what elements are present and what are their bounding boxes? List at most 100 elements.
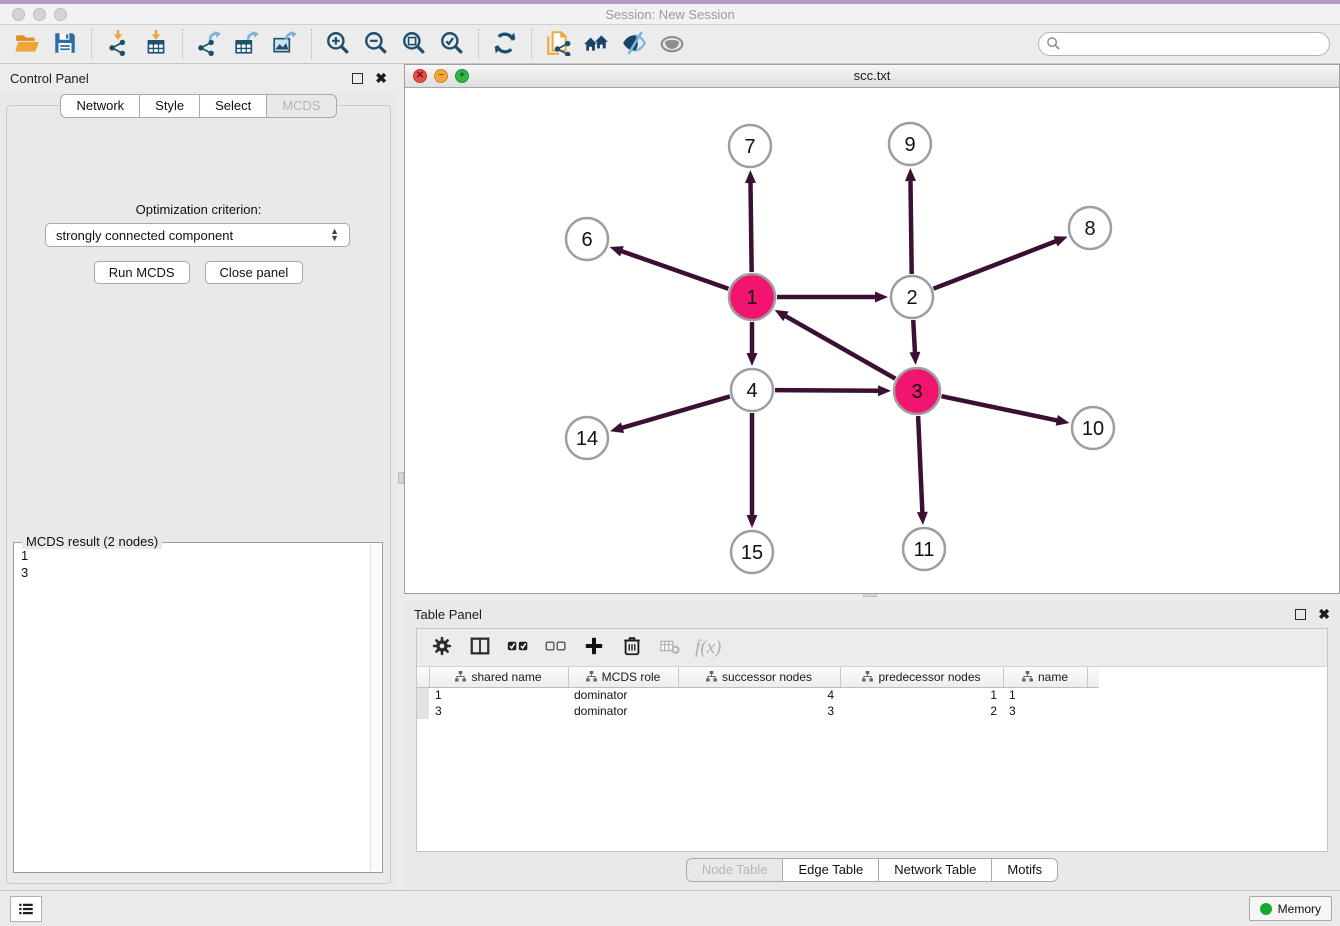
memory-label: Memory bbox=[1278, 902, 1321, 916]
show-graphics-icon bbox=[659, 30, 685, 59]
tab-select[interactable]: Select bbox=[199, 94, 266, 118]
toolbar-separator bbox=[91, 29, 92, 59]
column-header-MCDS-role[interactable]: MCDS role bbox=[568, 667, 678, 687]
toolbar-separator bbox=[531, 29, 532, 59]
delete-table-disabled-icon bbox=[659, 635, 681, 660]
task-history-button[interactable] bbox=[10, 896, 42, 922]
column-header-predecessor-nodes[interactable]: predecessor nodes bbox=[840, 667, 1003, 687]
settings-gear-button[interactable] bbox=[425, 632, 459, 664]
column-type-icon bbox=[862, 671, 873, 682]
run-mcds-button[interactable]: Run MCDS bbox=[94, 261, 190, 284]
tab-style[interactable]: Style bbox=[139, 94, 199, 118]
cell[interactable]: 1 bbox=[429, 687, 568, 703]
status-bar: Memory bbox=[0, 890, 1340, 926]
table-row[interactable]: 1dominator411 bbox=[417, 687, 1099, 703]
close-panel-icon[interactable]: ✖ bbox=[375, 71, 387, 85]
tab-edge-table[interactable]: Edge Table bbox=[782, 858, 878, 882]
cell[interactable]: 3 bbox=[1003, 703, 1087, 719]
result-scrollbar[interactable] bbox=[370, 544, 381, 871]
save-session-button[interactable] bbox=[46, 27, 84, 61]
open-session-button[interactable] bbox=[8, 27, 46, 61]
zoom-in-button[interactable] bbox=[319, 27, 357, 61]
zoom-in-icon bbox=[325, 30, 351, 59]
float-table-panel-icon[interactable] bbox=[1295, 609, 1306, 620]
network-canvas[interactable]: 7968124314101511 bbox=[405, 88, 1339, 593]
node-label-8: 8 bbox=[1084, 218, 1095, 240]
mcds-result-text[interactable]: 1 3 bbox=[16, 547, 369, 870]
cell[interactable]: 1 bbox=[840, 687, 1003, 703]
column-filler bbox=[1087, 667, 1099, 687]
delete-column-button[interactable] bbox=[615, 632, 649, 664]
toolbar-separator bbox=[311, 29, 312, 59]
memory-status-icon bbox=[1260, 903, 1272, 915]
home-button[interactable] bbox=[577, 27, 615, 61]
select-all-checkboxes-button[interactable] bbox=[501, 632, 535, 664]
column-header-name[interactable]: name bbox=[1003, 667, 1087, 687]
split-pane-button[interactable] bbox=[463, 632, 497, 664]
edge-3-10[interactable] bbox=[941, 396, 1058, 421]
edge-2-8[interactable] bbox=[933, 241, 1057, 289]
window-title: Session: New Session bbox=[0, 7, 1340, 22]
optimization-criterion-select[interactable]: strongly connected component ▲▼ bbox=[45, 223, 350, 247]
node-label-15: 15 bbox=[741, 542, 763, 564]
tab-network-table[interactable]: Network Table bbox=[878, 858, 991, 882]
cell[interactable]: 4 bbox=[678, 687, 840, 703]
tab-network[interactable]: Network bbox=[60, 94, 139, 118]
edge-1-6[interactable] bbox=[620, 251, 728, 289]
zoom-selected-button[interactable] bbox=[433, 27, 471, 61]
show-graphics-button[interactable] bbox=[653, 27, 691, 61]
network-window-titlebar[interactable]: ✕ − + scc.txt bbox=[405, 65, 1339, 88]
export-image-button[interactable] bbox=[266, 27, 304, 61]
function-builder-button[interactable]: f(x) bbox=[695, 637, 721, 659]
delete-table-disabled-button[interactable] bbox=[653, 632, 687, 664]
network-window-title: scc.txt bbox=[405, 68, 1339, 83]
import-network-button[interactable] bbox=[99, 27, 137, 61]
refresh-network-button[interactable] bbox=[486, 27, 524, 61]
edge-2-9[interactable] bbox=[910, 179, 911, 274]
open-network-file-button[interactable] bbox=[539, 27, 577, 61]
cell[interactable]: 1 bbox=[1003, 687, 1087, 703]
edge-arrowhead bbox=[909, 352, 920, 365]
column-header-successor-nodes[interactable]: successor nodes bbox=[678, 667, 840, 687]
cell[interactable]: 3 bbox=[678, 703, 840, 719]
float-panel-icon[interactable] bbox=[352, 73, 363, 84]
export-table-button[interactable] bbox=[228, 27, 266, 61]
tab-motifs[interactable]: Motifs bbox=[991, 858, 1058, 882]
import-table-button[interactable] bbox=[137, 27, 175, 61]
cell[interactable]: 3 bbox=[429, 703, 568, 719]
search-input[interactable] bbox=[1038, 32, 1330, 56]
close-table-panel-icon[interactable]: ✖ bbox=[1318, 607, 1330, 621]
table-row[interactable]: 3dominator323 bbox=[417, 703, 1099, 719]
node-label-1: 1 bbox=[746, 287, 757, 309]
main-toolbar bbox=[0, 25, 1340, 64]
add-column-button[interactable] bbox=[577, 632, 611, 664]
hide-graphics-button[interactable] bbox=[615, 27, 653, 61]
cell[interactable]: dominator bbox=[568, 703, 678, 719]
cell[interactable]: 2 bbox=[840, 703, 1003, 719]
edge-2-3[interactable] bbox=[913, 320, 915, 354]
deselect-all-checkboxes-button[interactable] bbox=[539, 632, 573, 664]
close-panel-button[interactable]: Close panel bbox=[205, 261, 304, 284]
edge-1-7[interactable] bbox=[750, 181, 751, 272]
export-network-button[interactable] bbox=[190, 27, 228, 61]
optimization-criterion-label: Optimization criterion: bbox=[7, 202, 390, 217]
edge-4-3[interactable] bbox=[775, 390, 880, 391]
zoom-out-icon bbox=[363, 30, 389, 59]
column-header-shared-name[interactable]: shared name bbox=[429, 667, 568, 687]
edge-3-11[interactable] bbox=[918, 416, 922, 514]
cell[interactable]: dominator bbox=[568, 687, 678, 703]
list-icon bbox=[17, 900, 35, 918]
zoom-out-button[interactable] bbox=[357, 27, 395, 61]
tab-mcds[interactable]: MCDS bbox=[266, 94, 336, 118]
tab-node-table[interactable]: Node Table bbox=[686, 858, 783, 882]
edge-4-14[interactable] bbox=[621, 396, 730, 428]
zoom-fit-button[interactable] bbox=[395, 27, 433, 61]
select-all-checkboxes-icon bbox=[507, 635, 529, 660]
app-titlebar: Session: New Session bbox=[0, 4, 1340, 25]
node-label-7: 7 bbox=[744, 136, 755, 158]
row-gutter bbox=[417, 667, 429, 687]
memory-button[interactable]: Memory bbox=[1249, 896, 1332, 921]
edge-3-1[interactable] bbox=[784, 315, 895, 378]
node-table[interactable]: shared nameMCDS rolesuccessor nodesprede… bbox=[417, 667, 1099, 719]
settings-gear-icon bbox=[431, 635, 453, 660]
